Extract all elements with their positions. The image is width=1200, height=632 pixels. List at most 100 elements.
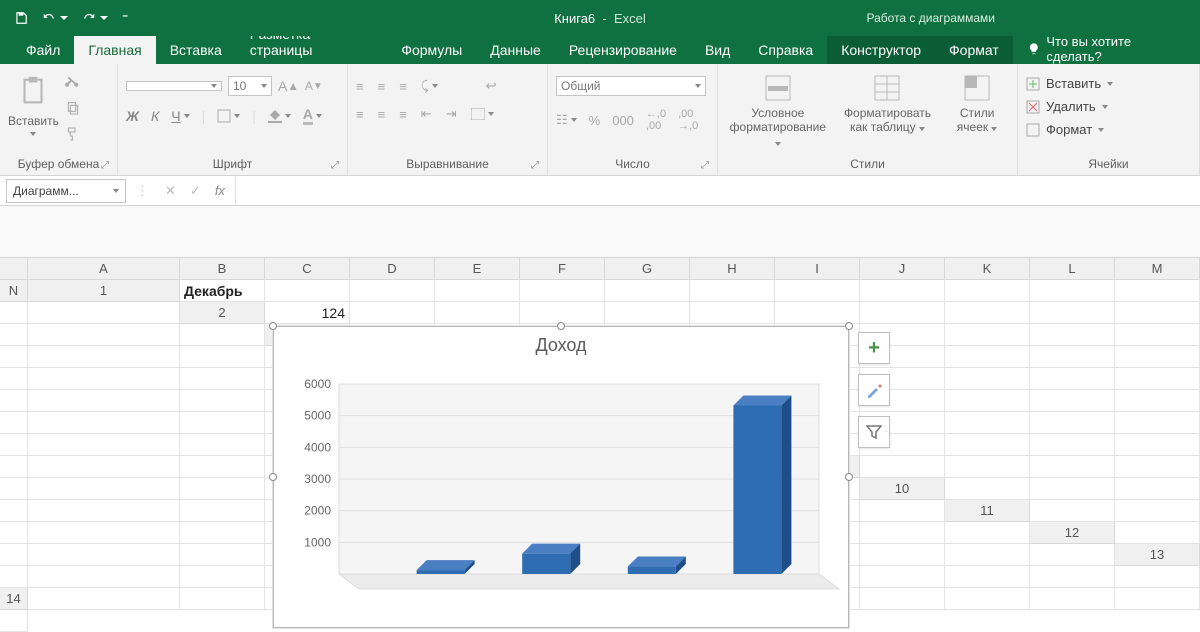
cell[interactable] <box>28 566 180 588</box>
cell[interactable] <box>605 280 690 302</box>
cell[interactable] <box>775 280 860 302</box>
enter-formula-icon[interactable]: ✓ <box>190 183 201 199</box>
tab-review[interactable]: Рецензирование <box>555 36 691 64</box>
cell[interactable] <box>0 456 28 478</box>
cell[interactable] <box>1115 434 1200 456</box>
qat-customize[interactable]: ⁼ <box>122 11 128 25</box>
cell[interactable] <box>28 500 180 522</box>
cell[interactable] <box>28 324 180 346</box>
clipboard-launcher-icon[interactable]: ⤢ <box>101 160 109 171</box>
cell[interactable] <box>0 390 28 412</box>
row-header[interactable]: 12 <box>1030 522 1115 544</box>
cell[interactable] <box>1030 302 1115 324</box>
cell[interactable] <box>28 434 180 456</box>
tab-insert[interactable]: Вставка <box>156 36 236 64</box>
paste-caret-icon[interactable] <box>30 132 36 136</box>
tab-help[interactable]: Справка <box>744 36 827 64</box>
cell[interactable] <box>1030 412 1115 434</box>
cell[interactable] <box>860 544 945 566</box>
col-header[interactable]: D <box>350 258 435 280</box>
format-table-button[interactable]: Форматировать как таблицу <box>837 74 937 135</box>
grow-font-icon[interactable]: A▲ <box>278 78 299 94</box>
cell[interactable] <box>1030 390 1115 412</box>
decrease-indent-icon[interactable]: ⇤ <box>421 106 432 122</box>
cell[interactable] <box>945 346 1030 368</box>
cell[interactable] <box>180 588 265 610</box>
cell[interactable] <box>1115 302 1200 324</box>
cell[interactable] <box>1030 456 1115 478</box>
cell[interactable] <box>350 280 435 302</box>
cell[interactable] <box>945 412 1030 434</box>
cell[interactable] <box>180 566 265 588</box>
insert-cells-button[interactable]: Вставить <box>1026 76 1113 91</box>
cell[interactable] <box>945 522 1030 544</box>
bold-button[interactable]: Ж <box>126 108 139 124</box>
align-middle-icon[interactable]: ≡ <box>378 78 386 94</box>
paste-icon[interactable] <box>16 72 50 110</box>
cell[interactable] <box>0 412 28 434</box>
cell[interactable] <box>180 390 265 412</box>
cell[interactable] <box>180 368 265 390</box>
cell[interactable] <box>605 302 690 324</box>
cell[interactable] <box>28 544 180 566</box>
cell[interactable] <box>860 302 945 324</box>
font-size-combo[interactable]: 10 <box>228 76 272 96</box>
cell[interactable] <box>435 280 520 302</box>
cell[interactable] <box>28 390 180 412</box>
cell[interactable] <box>180 456 265 478</box>
align-bottom-icon[interactable]: ≡ <box>399 78 407 94</box>
cell[interactable] <box>28 302 180 324</box>
cell[interactable] <box>1030 434 1115 456</box>
row-header[interactable]: 2 <box>180 302 265 324</box>
cell-styles-button[interactable]: Стили ячеек <box>947 74 1007 135</box>
cell[interactable]: 124 <box>265 302 350 324</box>
cell[interactable] <box>180 500 265 522</box>
col-header[interactable]: E <box>435 258 520 280</box>
col-header[interactable]: N <box>0 280 28 302</box>
cell[interactable] <box>945 390 1030 412</box>
chart-filter-button[interactable] <box>858 416 890 448</box>
percent-icon[interactable]: % <box>589 113 601 128</box>
cell[interactable] <box>775 302 860 324</box>
cell[interactable]: Декабрь <box>180 280 265 302</box>
chart-add-element-button[interactable]: + <box>858 332 890 364</box>
cell[interactable] <box>690 302 775 324</box>
cell[interactable] <box>0 368 28 390</box>
paste-label[interactable]: Вставить <box>8 114 59 128</box>
select-all-corner[interactable] <box>0 258 28 280</box>
cell[interactable] <box>1030 346 1115 368</box>
number-launcher-icon[interactable]: ⤢ <box>701 160 709 171</box>
fx-icon[interactable]: fx <box>215 183 225 198</box>
cell[interactable] <box>1115 588 1200 610</box>
cell[interactable] <box>350 302 435 324</box>
col-header[interactable]: B <box>180 258 265 280</box>
cell[interactable] <box>1115 522 1200 544</box>
cell[interactable] <box>0 302 28 324</box>
redo-button[interactable] <box>82 11 108 25</box>
cell[interactable] <box>945 434 1030 456</box>
tab-home[interactable]: Главная <box>74 36 155 64</box>
cell[interactable] <box>1115 368 1200 390</box>
cell[interactable] <box>1115 500 1200 522</box>
tell-me[interactable]: Что вы хотите сделать? <box>1013 34 1200 64</box>
cell[interactable] <box>180 434 265 456</box>
merge-button[interactable] <box>471 106 494 122</box>
cell[interactable] <box>28 456 180 478</box>
cell[interactable] <box>860 566 945 588</box>
font-launcher-icon[interactable]: ⤢ <box>331 160 339 171</box>
row-header[interactable]: 11 <box>945 500 1030 522</box>
cell[interactable] <box>1115 324 1200 346</box>
cell[interactable] <box>690 280 775 302</box>
col-header[interactable]: K <box>945 258 1030 280</box>
cut-icon[interactable] <box>65 74 81 90</box>
cell[interactable] <box>1030 478 1115 500</box>
cell[interactable] <box>0 346 28 368</box>
row-header[interactable]: 14 <box>0 588 28 610</box>
cell[interactable] <box>265 280 350 302</box>
cell[interactable] <box>945 544 1030 566</box>
cell[interactable] <box>1030 324 1115 346</box>
cancel-formula-icon[interactable]: ✕ <box>165 183 176 199</box>
tab-data[interactable]: Данные <box>476 36 555 64</box>
cell[interactable] <box>945 324 1030 346</box>
cell[interactable] <box>180 522 265 544</box>
